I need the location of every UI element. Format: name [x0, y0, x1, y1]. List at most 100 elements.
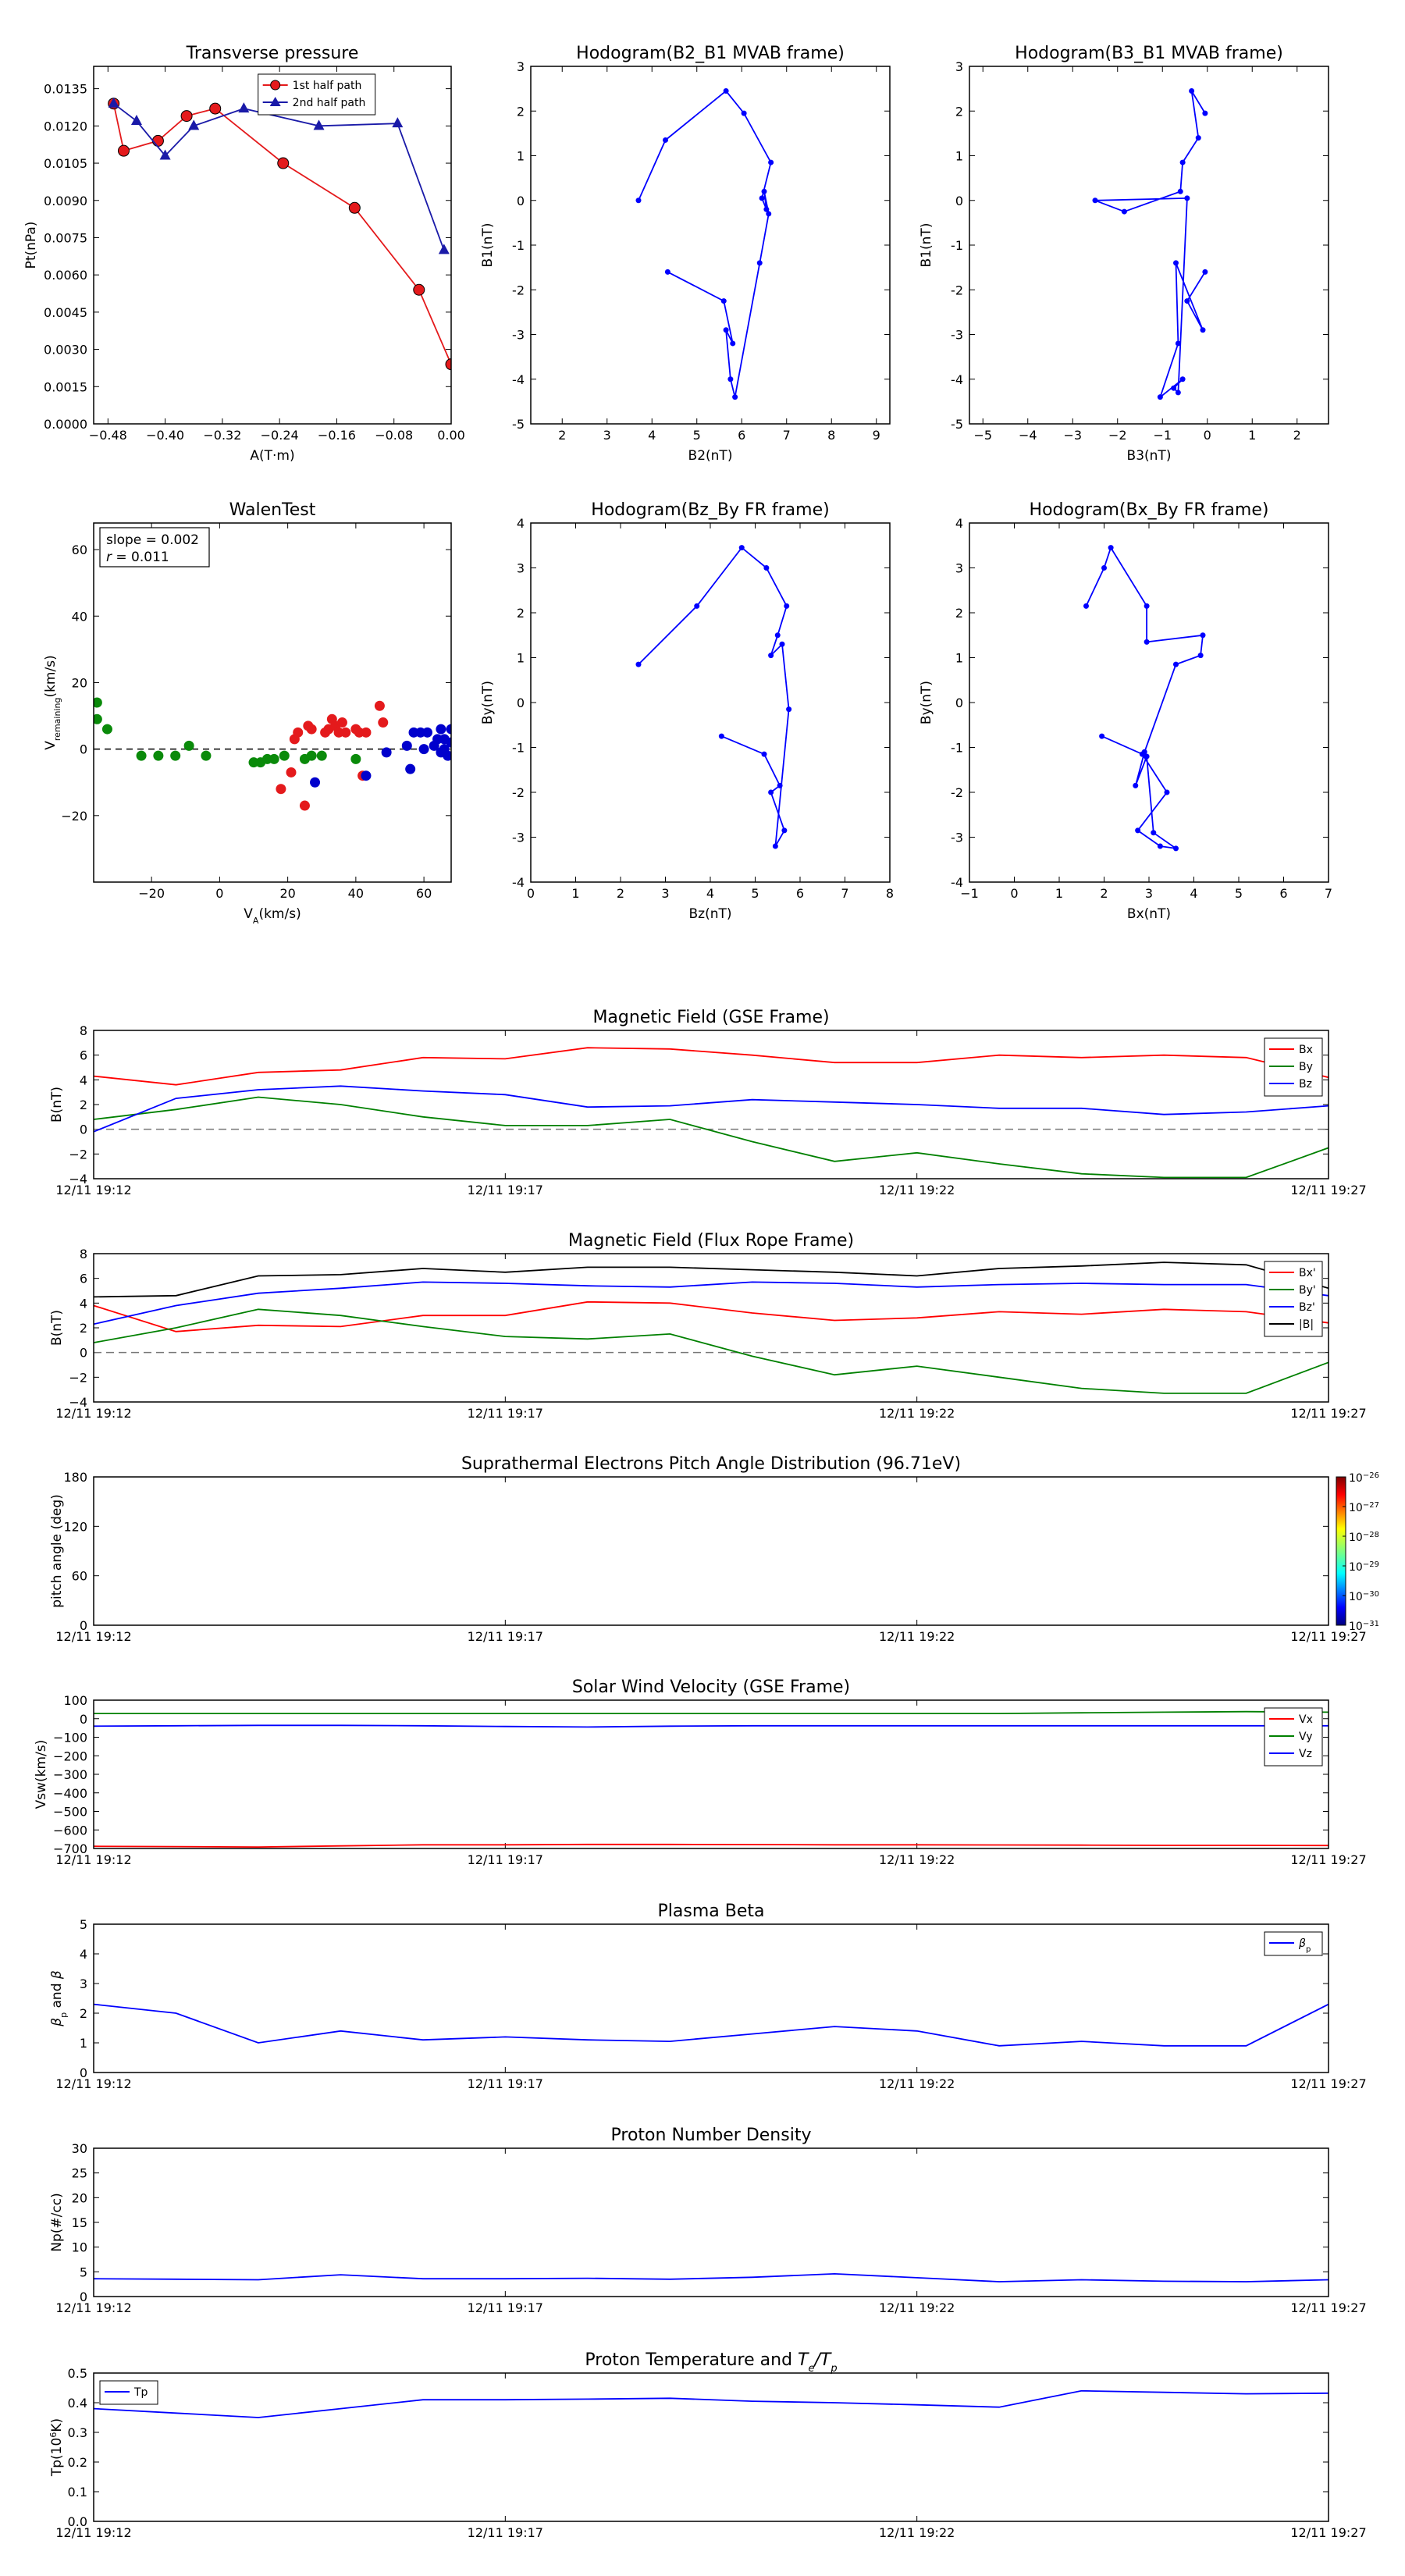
x-tick-label: 8 [827, 428, 835, 443]
x-tick-label: 12/11 19:22 [879, 2525, 955, 2540]
x-tick-label: −0.40 [146, 428, 184, 443]
legend-marker [270, 80, 281, 91]
y-tick-label: 0 [80, 1618, 87, 1633]
x-axis-label: B2(nT) [688, 448, 733, 464]
y-tick-label: 0.0015 [44, 379, 87, 394]
x-tick-label: 40 [348, 886, 364, 901]
series-point [1200, 632, 1206, 639]
y-axis-label: Vsw(km/s) [34, 1740, 49, 1809]
y-tick-label: 0 [517, 194, 525, 208]
y-tick-label: −400 [53, 1786, 87, 1801]
y-tick-label: -4 [512, 372, 525, 387]
chart-beta: Plasma Beta 12/11 19:12 12/11 19:17 12/11 1… [49, 1902, 1367, 2091]
x-tick-label: 12/11 19:17 [468, 2525, 543, 2540]
series-point [761, 188, 767, 194]
legend-label: By' [1299, 1284, 1316, 1297]
series-point [1189, 87, 1195, 94]
y-tick-label: 0.0045 [44, 305, 87, 320]
x-tick-label: 1 [1055, 886, 1063, 901]
series-point [1184, 195, 1190, 201]
figure-canvas: Transverse pressure −0.48 −0.40 −0.32 −0.24 −… [0, 0, 1405, 2576]
series-point [1135, 827, 1141, 834]
x-tick-label: 2 [617, 886, 624, 901]
y-tick-label: 0 [80, 1123, 87, 1137]
series-point [759, 195, 765, 201]
y-tick-label: 180 [63, 1470, 87, 1485]
plot-area [531, 66, 890, 424]
series-point [720, 298, 727, 304]
series-point [1144, 639, 1150, 645]
plot-area [94, 523, 451, 882]
y-tick-label: -2 [951, 283, 963, 297]
legend-label: Bz [1299, 1078, 1312, 1091]
series-point [768, 653, 774, 659]
x-tick-label: 20 [279, 886, 295, 901]
series-point [768, 159, 774, 165]
series-point [151, 134, 164, 147]
series-point [1177, 188, 1183, 194]
legend-label: Bx' [1299, 1267, 1316, 1279]
x-tick-label: −20 [138, 886, 165, 901]
scatter-point [310, 777, 321, 788]
y-tick-label: 0.0120 [44, 119, 87, 133]
y-tick-label: 0.0 [68, 2514, 87, 2529]
x-tick-label: 12/11 19:12 [55, 2076, 131, 2091]
x-tick-label: 7 [783, 428, 791, 443]
x-tick-label: 60 [416, 886, 432, 901]
legend-label: Vx [1299, 1713, 1313, 1726]
x-tick-label: 12/11 19:27 [1290, 1406, 1366, 1421]
y-tick-label: 40 [72, 609, 87, 624]
chart-h2: Hodogram(B3_B1 MVAB frame) −5 −4 −3 −2 −1 0 1 2 -… [919, 44, 1329, 464]
y-tick-label: 2 [80, 1098, 87, 1112]
scatter-point [350, 753, 361, 764]
series-point [694, 603, 700, 609]
series-point [1175, 340, 1181, 347]
x-tick-label: 12/11 19:27 [1290, 2076, 1366, 2091]
y-tick-label: 1 [517, 149, 525, 164]
annotation-box: slope = 0.002 r = 0.011 [99, 527, 210, 568]
x-tick-label: 8 [886, 886, 894, 901]
series-point [730, 340, 736, 347]
y-tick-label: 0.2 [68, 2455, 87, 2470]
annotation-r: r = 0.011 [106, 550, 169, 565]
x-tick-label: 1 [571, 886, 579, 901]
x-tick-label: 12/11 19:27 [1290, 1852, 1366, 1867]
x-tick-label: 5 [693, 428, 701, 443]
x-tick-label: −0.32 [203, 428, 241, 443]
y-tick-label: 3 [955, 561, 963, 576]
y-tick-label: −600 [53, 1823, 87, 1838]
plot-area [531, 523, 890, 882]
y-tick-label: 4 [80, 1073, 87, 1087]
series-point [348, 201, 361, 214]
y-tick-label: 0 [80, 1712, 87, 1727]
legend-label: 1st half path [293, 80, 362, 92]
y-tick-label: 4 [80, 1296, 87, 1311]
series-point [723, 327, 729, 333]
y-tick-label: 0 [955, 194, 963, 208]
y-tick-label: 3 [80, 1976, 87, 1991]
y-tick-label: 60 [72, 543, 87, 557]
y-tick-label: 3 [517, 59, 525, 74]
x-tick-label: 12/11 19:17 [468, 2300, 543, 2315]
y-tick-label: 0.0090 [44, 194, 87, 208]
x-tick-label: 0 [1204, 428, 1211, 443]
y-axis-label: Tp(106K) [48, 2418, 66, 2477]
series-point [1083, 603, 1089, 609]
x-tick-label: 12/11 19:12 [55, 1183, 131, 1197]
x-tick-label: 3 [603, 428, 611, 443]
x-tick-label: 12/11 19:12 [55, 2300, 131, 2315]
y-tick-label: 4 [80, 1947, 87, 1962]
plot-area [94, 2373, 1329, 2521]
y-tick-label: -3 [951, 831, 963, 845]
y-tick-label: −100 [53, 1731, 87, 1745]
legend-label: Bz' [1299, 1301, 1315, 1314]
series-point [180, 110, 193, 123]
y-tick-label: −2 [69, 1370, 87, 1385]
y-tick-label: 0.0030 [44, 343, 87, 358]
x-tick-label: 0 [527, 886, 535, 901]
scatter-point [153, 750, 164, 761]
y-tick-label: 2 [517, 104, 525, 119]
scatter-point [436, 724, 446, 735]
series-point [1133, 782, 1139, 788]
x-tick-label: 0 [215, 886, 223, 901]
